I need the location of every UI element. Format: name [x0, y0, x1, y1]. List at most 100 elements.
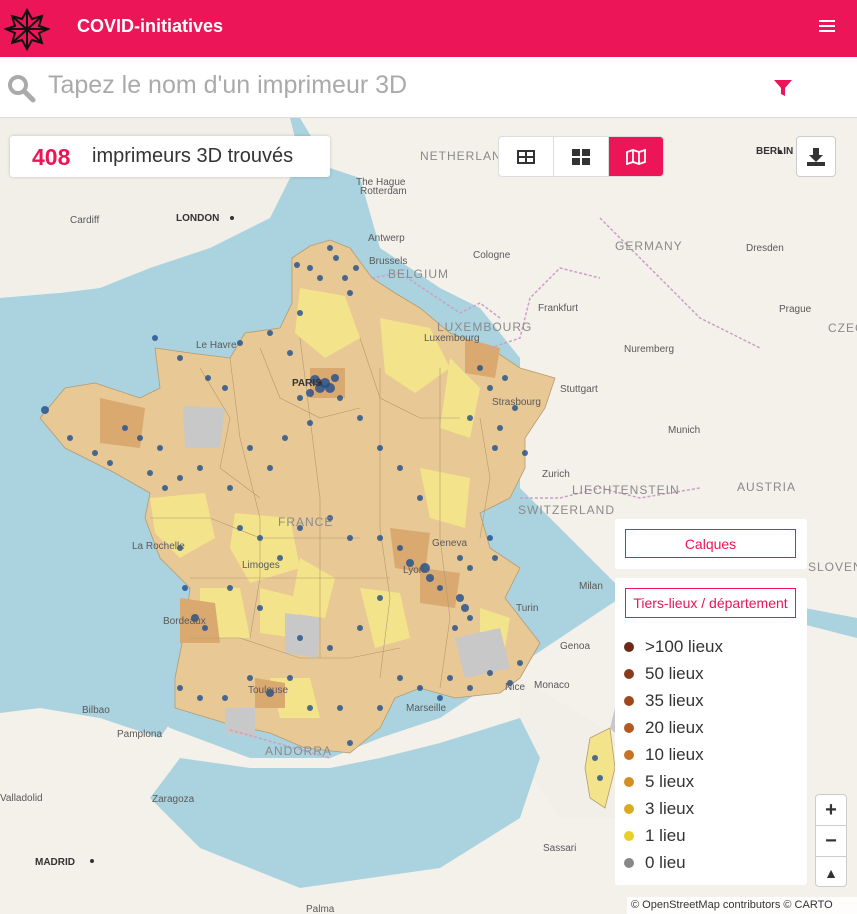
- city-label: Sassari: [543, 843, 577, 854]
- city-label: Limoges: [242, 560, 280, 571]
- city-label: Antwerp: [368, 233, 405, 244]
- grid-view-button[interactable]: [554, 137, 609, 176]
- legend-item: 10 lieux: [624, 741, 723, 768]
- legend-label: 3 lieux: [645, 798, 695, 818]
- city-label: Frankfurt: [538, 303, 579, 314]
- legend-item: 5 lieux: [624, 768, 723, 795]
- map-icon: [626, 148, 646, 165]
- legend-label: 20 lieux: [645, 717, 704, 737]
- capital-label: LONDON: [176, 213, 220, 224]
- capital-label: MADRID: [35, 857, 75, 868]
- legend-item: >100 lieux: [624, 633, 723, 660]
- city-label: Luxembourg: [424, 333, 480, 344]
- legend-label: 0 lieu: [645, 852, 686, 872]
- country-label: BELGIUM: [388, 267, 450, 281]
- city-label: Pamplona: [117, 729, 163, 740]
- zoom-control: + − ▲: [815, 794, 847, 887]
- country-label: CZEC: [828, 321, 857, 335]
- capital-label: BERLIN: [756, 146, 794, 157]
- results-label: imprimeurs 3D trouvés: [92, 145, 294, 167]
- city-label: Nuremberg: [624, 344, 675, 355]
- search-input[interactable]: [48, 63, 688, 107]
- city-label: Rotterdam: [360, 186, 407, 197]
- legend-dot: [624, 722, 634, 733]
- app-title[interactable]: COVID-initiatives: [77, 16, 223, 37]
- city-label: La Rochelle: [132, 541, 185, 552]
- city-label: Monaco: [534, 680, 570, 691]
- legend-label: 1 lieu: [645, 825, 686, 845]
- country-label: GERMANY: [615, 239, 683, 253]
- legend-item: 1 lieu: [624, 822, 723, 849]
- reset-bearing-button[interactable]: ▲: [816, 857, 846, 888]
- country-label: SLOVENIA: [808, 560, 857, 574]
- city-label: Bordeaux: [163, 616, 206, 627]
- city-label: Toulouse: [248, 685, 289, 696]
- city-label: Valladolid: [0, 793, 43, 804]
- city-label: Marseille: [406, 703, 447, 714]
- country-label: AUSTRIA: [737, 480, 797, 494]
- legend-item: 0 lieu: [624, 849, 723, 876]
- city-label: Palma: [306, 904, 335, 914]
- legend-list: >100 lieux 50 lieux 35 lieux 20 lieux 10…: [624, 633, 723, 876]
- download-icon: [807, 147, 825, 166]
- table-icon: [517, 149, 535, 164]
- city-label: Brussels: [369, 256, 408, 267]
- country-label: LIECHTENSTEIN: [572, 483, 680, 497]
- legend-panel: Tiers-lieux / département >100 lieux 50 …: [615, 578, 807, 885]
- zoom-out-button[interactable]: −: [816, 826, 846, 857]
- layers-panel: Calques: [615, 519, 807, 569]
- city-label: Turin: [516, 603, 539, 614]
- city-label: Prague: [779, 304, 812, 315]
- legend-label: 35 lieux: [645, 690, 704, 710]
- top-bar: COVID-initiatives: [0, 0, 857, 57]
- city-label: Cardiff: [70, 215, 100, 226]
- legend-dot: [624, 749, 634, 760]
- map-view-button[interactable]: [609, 137, 663, 176]
- legend-title-button[interactable]: Tiers-lieux / département: [625, 588, 796, 618]
- grid-icon: [572, 148, 590, 165]
- filter-icon[interactable]: [772, 77, 794, 99]
- legend-label: 5 lieux: [645, 771, 695, 791]
- city-label: Nice: [505, 682, 526, 693]
- legend-item: 35 lieux: [624, 687, 723, 714]
- city-label: Zaragoza: [152, 794, 195, 805]
- legend-dot: [624, 776, 634, 787]
- results-count: 408: [32, 144, 71, 170]
- city-label: Lyon: [403, 565, 425, 576]
- city-label: Dresden: [746, 243, 784, 254]
- city-label: Milan: [579, 581, 603, 592]
- view-mode-toggle: [498, 136, 664, 177]
- city-label: Geneva: [432, 538, 468, 549]
- logo-icon: [4, 7, 50, 52]
- legend-label: 50 lieux: [645, 663, 704, 683]
- capital-label: PARIS: [292, 378, 322, 389]
- search-icon: [8, 75, 36, 103]
- legend-dot: [624, 830, 634, 841]
- city-label: Genoa: [560, 641, 591, 652]
- search-bar: [0, 57, 857, 118]
- map-attribution[interactable]: © OpenStreetMap contributors © CARTO: [627, 897, 857, 914]
- legend-dot: [624, 668, 634, 679]
- menu-icon[interactable]: [819, 20, 835, 34]
- country-label: FRANCE: [278, 515, 334, 529]
- download-button[interactable]: [796, 136, 836, 177]
- zoom-in-button[interactable]: +: [816, 795, 846, 826]
- legend-item: 50 lieux: [624, 660, 723, 687]
- country-label: ANDORRA: [265, 744, 333, 758]
- city-label: Strasbourg: [492, 397, 541, 408]
- table-view-button[interactable]: [499, 137, 554, 176]
- legend-dot: [624, 857, 634, 868]
- city-label: Le Havre: [196, 340, 237, 351]
- city-label: Zurich: [542, 469, 570, 480]
- legend-dot: [624, 695, 634, 706]
- layers-button[interactable]: Calques: [625, 529, 796, 558]
- legend-dot: [624, 641, 634, 652]
- city-label: Cologne: [473, 250, 511, 261]
- country-label: LUXEMBOURG: [437, 320, 533, 334]
- city-label: Bilbao: [82, 705, 110, 716]
- city-label: Munich: [668, 425, 701, 436]
- legend-item: 3 lieux: [624, 795, 723, 822]
- results-count-box: 408 imprimeurs 3D trouvés: [10, 136, 330, 177]
- legend-label: >100 lieux: [645, 636, 723, 656]
- country-label: SWITZERLAND: [518, 503, 616, 517]
